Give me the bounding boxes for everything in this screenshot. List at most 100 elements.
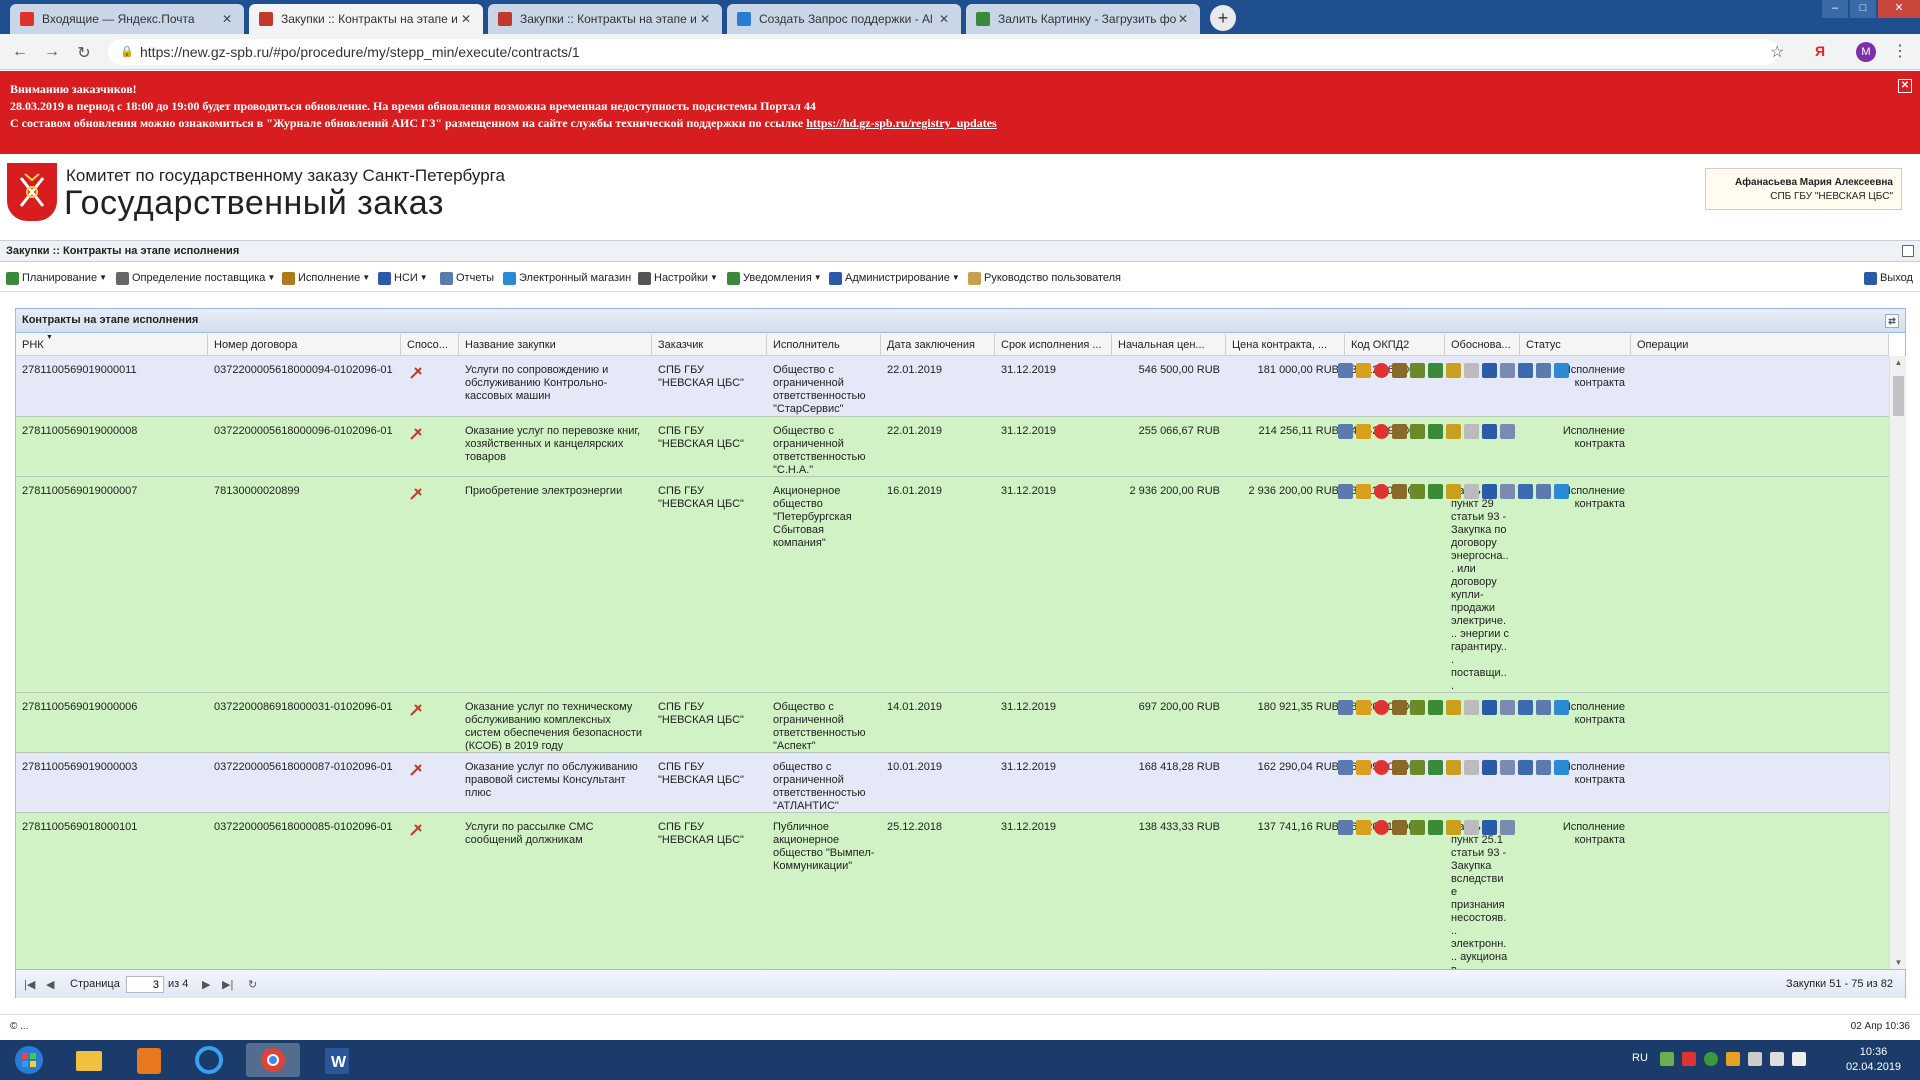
column-header[interactable]: Дата заключения xyxy=(881,334,995,356)
operation-action-icon[interactable] xyxy=(1446,820,1461,835)
registry-updates-link[interactable]: https://hd.gz-spb.ru/registry_updates xyxy=(806,116,996,130)
operation-action-icon[interactable] xyxy=(1446,424,1461,439)
column-header[interactable]: Код ОКПД2 xyxy=(1345,334,1445,356)
operation-action-icon[interactable] xyxy=(1428,820,1443,835)
window-close-button[interactable]: ✕ xyxy=(1878,0,1920,18)
tray-app-icon[interactable] xyxy=(1726,1052,1740,1066)
operation-action-icon[interactable] xyxy=(1518,363,1533,378)
operation-action-icon[interactable] xyxy=(1356,700,1371,715)
table-row[interactable]: 2781100569018000101 0372200005618000085-0… xyxy=(16,813,1889,969)
operation-action-icon[interactable] xyxy=(1374,363,1389,378)
tab-close-icon[interactable]: ✕ xyxy=(1176,12,1190,26)
browser-tab[interactable]: Закупки :: Контракты на этапе и ✕ xyxy=(488,4,722,34)
refresh-icon[interactable]: ↻ xyxy=(248,978,257,991)
operation-action-icon[interactable] xyxy=(1338,820,1353,835)
toolbar-item[interactable]: Электронный магазин xyxy=(503,271,631,285)
operation-action-icon[interactable] xyxy=(1356,363,1371,378)
url-input[interactable]: 🔒 https://new.gz-spb.ru/#po/procedure/my… xyxy=(108,39,1778,65)
tray-display-icon[interactable] xyxy=(1770,1052,1784,1066)
browser-menu-icon[interactable]: ⋮ xyxy=(1892,41,1908,61)
yandex-extension-icon[interactable]: Я xyxy=(1815,43,1825,59)
operation-action-icon[interactable] xyxy=(1518,700,1533,715)
column-header[interactable]: Обоснова... xyxy=(1445,334,1520,356)
spb-coat-of-arms-logo[interactable] xyxy=(7,163,57,221)
column-header[interactable]: Название закупки xyxy=(459,334,652,356)
operation-action-icon[interactable] xyxy=(1446,760,1461,775)
operation-action-icon[interactable] xyxy=(1338,363,1353,378)
operation-action-icon[interactable] xyxy=(1374,760,1389,775)
table-row[interactable]: 2781100569019000006 0372200086918000031-0… xyxy=(16,693,1889,753)
operation-action-icon[interactable] xyxy=(1392,363,1407,378)
operation-action-icon[interactable] xyxy=(1410,363,1425,378)
operation-action-icon[interactable] xyxy=(1356,760,1371,775)
word-taskbar-icon[interactable]: W xyxy=(310,1043,364,1077)
operation-action-icon[interactable] xyxy=(1482,700,1497,715)
browser-tab[interactable]: Закупки :: Контракты на этапе и ✕ xyxy=(249,4,483,34)
operation-action-icon[interactable] xyxy=(1518,484,1533,499)
operation-action-icon[interactable] xyxy=(1356,820,1371,835)
operation-action-icon[interactable] xyxy=(1464,484,1479,499)
forward-arrow-icon[interactable]: → xyxy=(42,43,62,61)
operation-action-icon[interactable] xyxy=(1554,700,1569,715)
minimize-button[interactable]: – xyxy=(1822,0,1848,18)
next-page-icon[interactable]: ▶ xyxy=(202,978,210,991)
toolbar-item[interactable]: Планирование ▼ xyxy=(6,271,107,285)
toolbar-item[interactable]: Настройки ▼ xyxy=(638,271,718,285)
toolbar-item[interactable]: Определение поставщика ▼ xyxy=(116,271,275,285)
operation-action-icon[interactable] xyxy=(1446,484,1461,499)
operation-action-icon[interactable] xyxy=(1338,424,1353,439)
maximize-button[interactable]: □ xyxy=(1850,0,1876,18)
operation-action-icon[interactable] xyxy=(1374,820,1389,835)
operation-action-icon[interactable] xyxy=(1464,760,1479,775)
column-header[interactable]: Номер договора xyxy=(208,334,401,356)
operation-action-icon[interactable] xyxy=(1464,820,1479,835)
column-header[interactable]: Спосо... xyxy=(401,334,459,356)
browser-tab[interactable]: Залить Картинку - Загрузить фо ✕ xyxy=(966,4,1200,34)
operation-action-icon[interactable] xyxy=(1554,760,1569,775)
start-button[interactable] xyxy=(2,1043,56,1077)
prev-page-icon[interactable]: ◀ xyxy=(46,978,54,991)
operation-action-icon[interactable] xyxy=(1482,424,1497,439)
operation-action-icon[interactable] xyxy=(1554,484,1569,499)
operation-action-icon[interactable] xyxy=(1338,484,1353,499)
reload-icon[interactable]: ↻ xyxy=(74,43,94,63)
operation-action-icon[interactable] xyxy=(1410,820,1425,835)
internet-explorer-taskbar-icon[interactable] xyxy=(182,1043,236,1077)
column-header[interactable]: Срок исполнения ... xyxy=(995,334,1112,356)
table-row[interactable]: 2781100569019000003 0372200005618000087-0… xyxy=(16,753,1889,813)
operation-action-icon[interactable] xyxy=(1482,820,1497,835)
operation-action-icon[interactable] xyxy=(1392,700,1407,715)
logout-button[interactable]: Выход xyxy=(1864,271,1913,285)
tab-close-icon[interactable]: ✕ xyxy=(937,12,951,26)
scroll-down-icon[interactable]: ▼ xyxy=(1890,958,1907,967)
tray-update-icon[interactable] xyxy=(1704,1052,1718,1066)
operation-action-icon[interactable] xyxy=(1428,700,1443,715)
scroll-thumb[interactable] xyxy=(1893,376,1904,416)
pdf-app-taskbar-icon[interactable] xyxy=(122,1043,176,1077)
operation-action-icon[interactable] xyxy=(1410,700,1425,715)
operation-action-icon[interactable] xyxy=(1428,484,1443,499)
column-header[interactable]: Операции xyxy=(1631,334,1889,356)
operation-action-icon[interactable] xyxy=(1374,700,1389,715)
tray-antivirus-icon[interactable] xyxy=(1682,1052,1696,1066)
tab-close-icon[interactable]: ✕ xyxy=(220,12,234,26)
operation-action-icon[interactable] xyxy=(1410,424,1425,439)
explorer-taskbar-icon[interactable] xyxy=(62,1043,116,1077)
operation-action-icon[interactable] xyxy=(1392,484,1407,499)
table-row[interactable]: 2781100569019000011 0372200005618000094-0… xyxy=(16,356,1889,417)
operation-action-icon[interactable] xyxy=(1536,484,1551,499)
operation-action-icon[interactable] xyxy=(1464,424,1479,439)
tray-network-icon[interactable] xyxy=(1660,1052,1674,1066)
operation-action-icon[interactable] xyxy=(1338,700,1353,715)
operation-action-icon[interactable] xyxy=(1428,424,1443,439)
operation-action-icon[interactable] xyxy=(1392,820,1407,835)
operation-action-icon[interactable] xyxy=(1338,760,1353,775)
notice-close-button[interactable]: ✕ xyxy=(1898,79,1912,93)
operation-action-icon[interactable] xyxy=(1464,363,1479,378)
operation-action-icon[interactable] xyxy=(1428,363,1443,378)
operation-action-icon[interactable] xyxy=(1500,700,1515,715)
tray-volume-icon[interactable] xyxy=(1792,1052,1806,1066)
new-tab-button[interactable]: + xyxy=(1210,5,1236,31)
operation-action-icon[interactable] xyxy=(1392,760,1407,775)
operation-action-icon[interactable] xyxy=(1536,760,1551,775)
